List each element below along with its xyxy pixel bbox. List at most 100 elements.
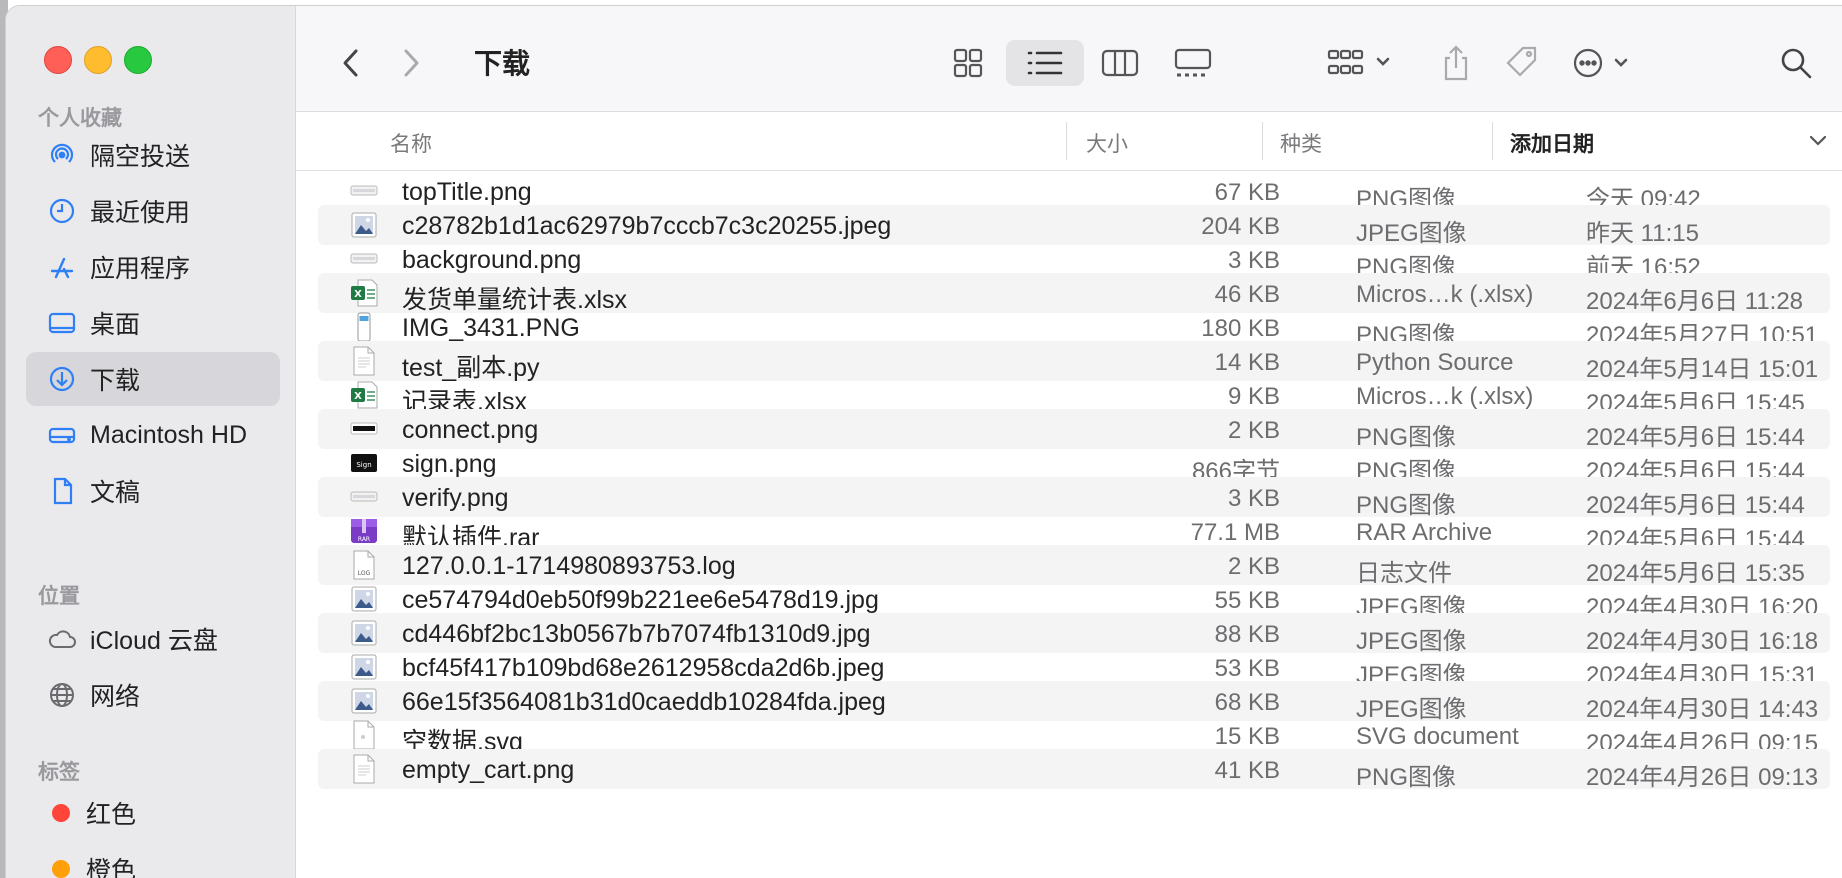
window-title: 下载 (474, 48, 531, 79)
svg-text:RAR: RAR (358, 536, 370, 543)
image-strip-icon (350, 482, 378, 512)
text-file-icon (350, 346, 378, 376)
applications-icon (44, 249, 80, 285)
finder-window: 个人收藏 隔空投送 最近使用 应用程序 桌面 下载 Macintosh HD 文… (6, 6, 1842, 878)
column-size-header[interactable]: 大小 (1086, 128, 1128, 158)
column-divider[interactable] (1262, 122, 1263, 160)
sidebar-item-airdrop[interactable]: 隔空投送 (26, 128, 280, 182)
file-date-added: 2024年4月26日 09:13 (1586, 764, 1819, 791)
file-size: 46 KB (1214, 281, 1280, 308)
sidebar-item-documents[interactable]: 文稿 (26, 464, 280, 518)
file-name: IMG_3431.PNG (402, 314, 580, 342)
file-name: 66e15f3564081b31d0caeddb10284fda.jpeg (402, 688, 886, 716)
share-button[interactable] (1436, 40, 1476, 86)
list-view-button[interactable] (1006, 40, 1084, 86)
orange-tag-dot-icon (52, 860, 70, 878)
text-file-icon (350, 754, 378, 784)
zoom-window-button[interactable] (124, 46, 152, 74)
file-kind: Python Source (1356, 349, 1514, 376)
group-button[interactable] (1326, 40, 1396, 86)
svg-file-icon (350, 720, 378, 750)
back-icon (343, 49, 358, 77)
column-view-button[interactable] (1096, 40, 1144, 86)
photo-icon (350, 652, 378, 682)
file-name: cd446bf2bc13b0567b7b7074fb1310d9.jpg (402, 620, 871, 648)
file-name: topTitle.png (402, 178, 532, 206)
file-name: 127.0.0.1-1714980893753.log (402, 552, 736, 580)
sidebar-item-label: iCloud 云盘 (90, 627, 218, 655)
file-size: 77.1 MB (1190, 519, 1280, 546)
file-size: 14 KB (1214, 349, 1280, 376)
document-icon (44, 473, 80, 509)
svg-text:X: X (354, 391, 362, 402)
file-size: 3 KB (1227, 485, 1280, 512)
sidebar-item-tag-orange[interactable]: 橙色 (26, 842, 280, 878)
file-name: empty_cart.png (402, 756, 575, 784)
close-window-button[interactable] (44, 46, 72, 74)
file-size: 68 KB (1214, 689, 1280, 716)
sign-image-icon: Sign (350, 448, 378, 478)
sidebar-item-label: 隔空投送 (90, 143, 191, 171)
sidebar-item-desktop[interactable]: 桌面 (26, 296, 280, 350)
file-name: bcf45f417b109bd68e2612958cda2d6b.jpeg (402, 654, 885, 682)
photo-icon (350, 584, 378, 614)
file-kind: Micros…k (.xlsx) (1356, 383, 1534, 410)
airdrop-icon (44, 137, 80, 173)
back-button[interactable] (336, 40, 366, 86)
file-size: 180 KB (1201, 315, 1280, 342)
cloud-icon (44, 621, 80, 657)
file-list: topTitle.png 67 KB PNG图像 今天 09:42 c28782… (296, 171, 1842, 878)
sidebar-item-label: 下载 (90, 367, 141, 395)
file-size: 3 KB (1227, 247, 1280, 274)
log-file-icon: LOG (350, 550, 378, 580)
column-name-header[interactable]: 名称 (390, 128, 432, 158)
column-divider[interactable] (1492, 122, 1493, 160)
sidebar-item-icloud[interactable]: iCloud 云盘 (26, 612, 280, 666)
locations-section-title: 位置 (38, 585, 80, 608)
file-name: c28782b1d1ac62979b7cccb7c3c20255.jpeg (402, 212, 892, 240)
sidebar-item-macintosh-hd[interactable]: Macintosh HD (26, 408, 280, 462)
column-kind-header[interactable]: 种类 (1280, 128, 1322, 158)
file-size: 55 KB (1214, 587, 1280, 614)
download-icon (44, 361, 80, 397)
image-strip-icon (350, 244, 378, 274)
desktop-icon (44, 305, 80, 341)
sidebar-item-label: 网络 (90, 683, 141, 711)
hard-drive-icon (44, 417, 80, 453)
sidebar-item-network[interactable]: 网络 (26, 668, 280, 722)
column-divider[interactable] (1066, 122, 1067, 160)
file-size: 9 KB (1227, 383, 1280, 410)
sidebar-item-label: 红色 (86, 801, 137, 829)
excel-icon: X (350, 278, 378, 308)
file-row[interactable]: empty_cart.png 41 KB PNG图像 2024年4月26日 09… (318, 749, 1830, 791)
file-kind: PNG图像 (1356, 764, 1457, 791)
forward-button[interactable] (396, 40, 426, 86)
globe-icon (44, 677, 80, 713)
gallery-view-button[interactable] (1166, 40, 1220, 86)
tag-icon (1506, 46, 1537, 77)
sidebar-item-label: 应用程序 (90, 255, 191, 283)
sidebar-item-downloads[interactable]: 下载 (26, 352, 280, 406)
search-button[interactable] (1776, 40, 1816, 86)
file-name: verify.png (402, 484, 509, 512)
sidebar-item-tag-red[interactable]: 红色 (26, 786, 280, 840)
file-size: 2 KB (1227, 417, 1280, 444)
sidebar-item-recents[interactable]: 最近使用 (26, 184, 280, 238)
tag-button[interactable] (1500, 40, 1544, 86)
more-actions-button[interactable] (1572, 40, 1638, 86)
sidebar-item-label: 最近使用 (90, 199, 191, 227)
sort-chevron-down-icon[interactable] (1808, 134, 1828, 148)
red-tag-dot-icon (52, 804, 70, 822)
file-name: ce574794d0eb50f99b221ee6e5478d19.jpg (402, 586, 879, 614)
search-icon (1781, 48, 1812, 79)
minimize-window-button[interactable] (84, 46, 112, 74)
column-view-icon (1101, 49, 1139, 77)
file-kind: Micros…k (.xlsx) (1356, 281, 1534, 308)
icon-view-button[interactable] (944, 40, 992, 86)
toolbar: 下载 (296, 6, 1842, 112)
photo-icon (350, 686, 378, 716)
column-date-added-header[interactable]: 添加日期 (1510, 128, 1594, 158)
photo-icon (350, 618, 378, 648)
list-view-icon (1027, 51, 1063, 75)
sidebar-item-applications[interactable]: 应用程序 (26, 240, 280, 294)
